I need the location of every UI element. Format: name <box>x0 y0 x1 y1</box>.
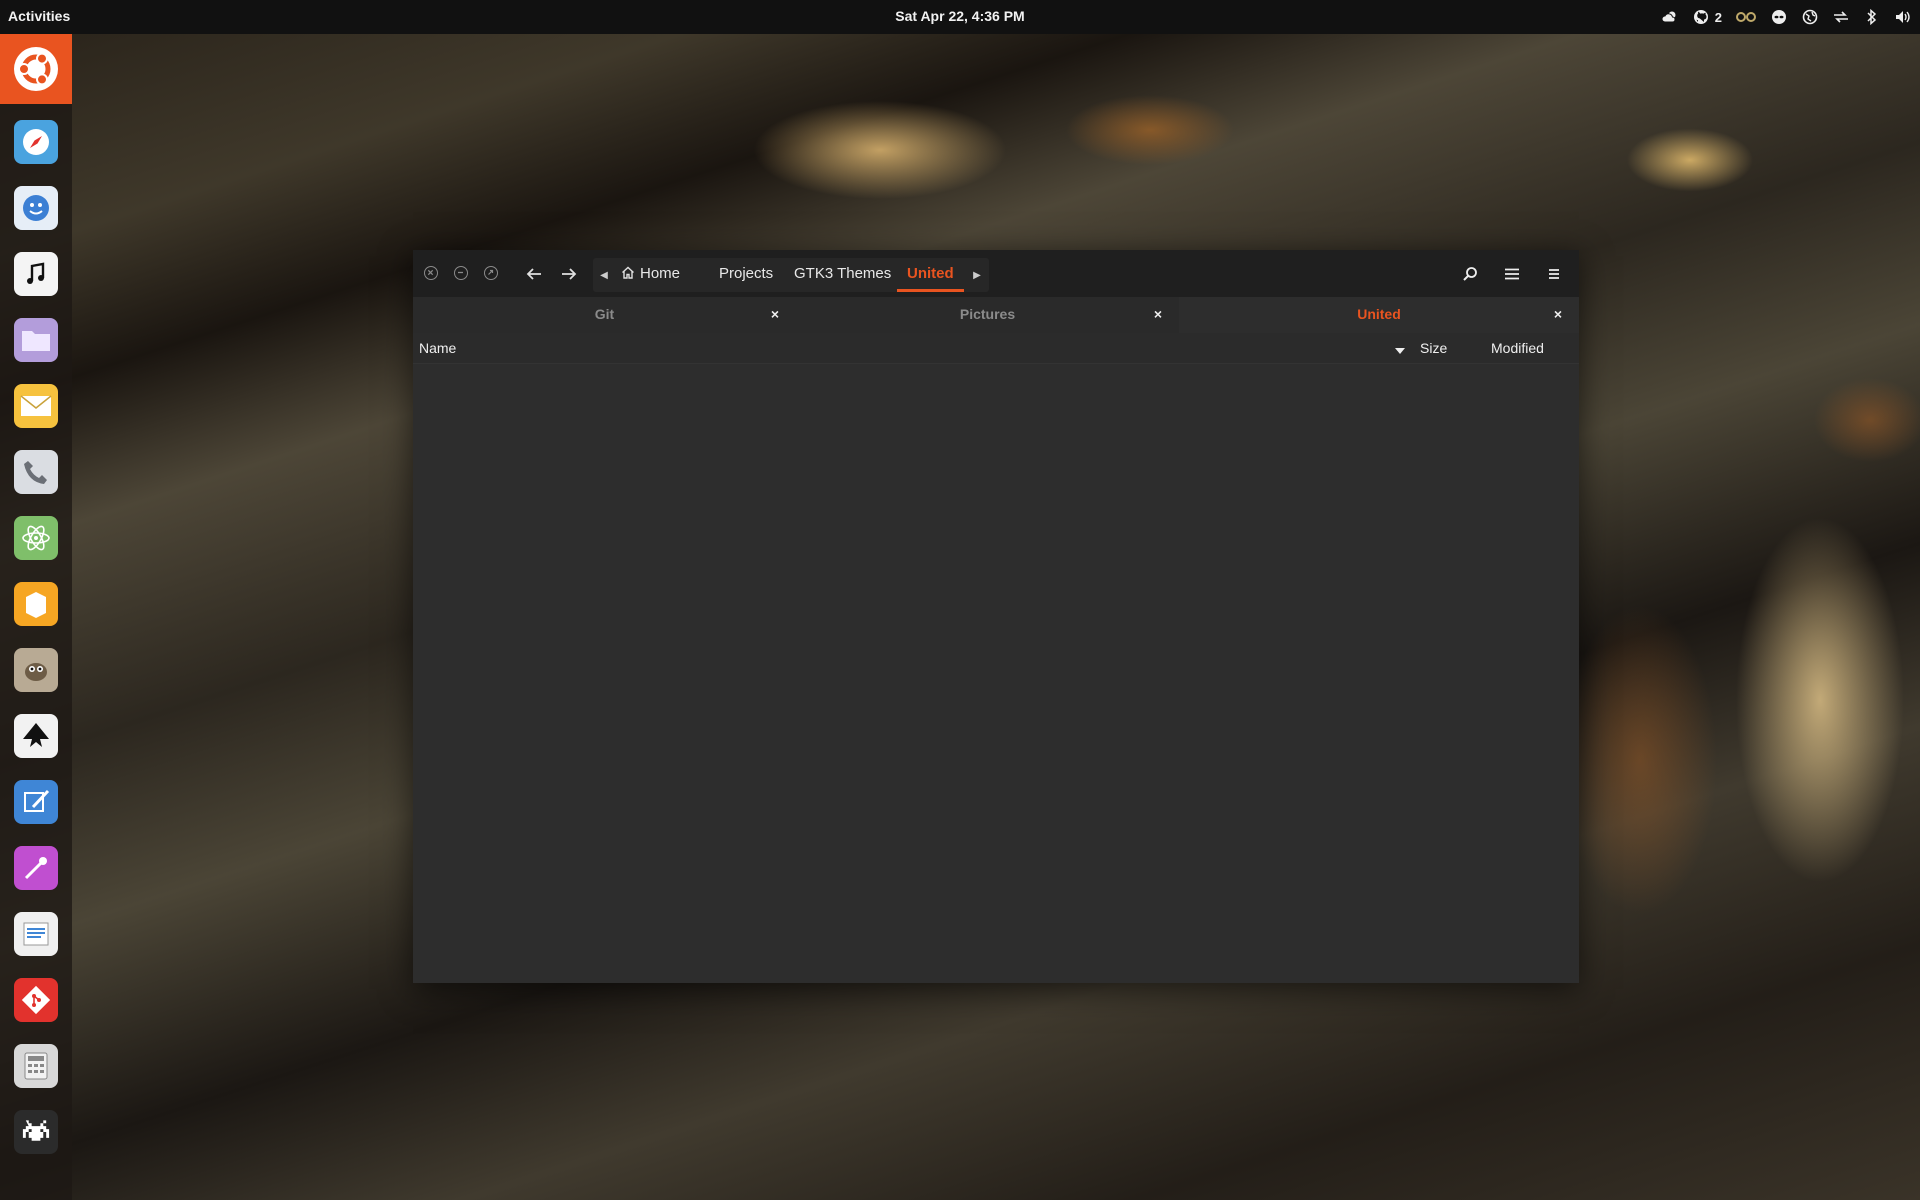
safari-compass-icon[interactable] <box>14 120 58 164</box>
arrow-right-icon <box>562 268 577 280</box>
column-header-size[interactable]: Size <box>1420 340 1447 356</box>
text-editor-icon[interactable] <box>14 912 58 956</box>
back-button[interactable] <box>520 260 548 288</box>
path-crumb-gtk3-themes[interactable]: GTK3 Themes <box>794 258 891 292</box>
sort-descending-icon[interactable] <box>1395 342 1405 358</box>
atom-editor-icon[interactable] <box>14 516 58 560</box>
path-crumb-united[interactable]: United <box>897 258 964 292</box>
tab-united[interactable]: United × <box>1179 297 1579 333</box>
mail-envelope-icon[interactable] <box>14 384 58 428</box>
phone-icon[interactable] <box>14 450 58 494</box>
header-bar: ◀ Home Projects GTK3 Themes United ▶ <box>413 250 1579 297</box>
tab-label: Git <box>594 306 615 322</box>
file-list-view[interactable] <box>413 364 1579 983</box>
home-icon <box>622 266 634 279</box>
git-icon[interactable] <box>14 978 58 1022</box>
file-manager-window: ◀ Home Projects GTK3 Themes United ▶ Git… <box>413 250 1579 983</box>
path-home-label: Home <box>640 265 681 282</box>
forward-button[interactable] <box>555 260 583 288</box>
ubuntu-logo-icon[interactable] <box>0 34 72 104</box>
search-button[interactable] <box>1455 260 1485 288</box>
path-crumb-projects[interactable]: Projects <box>719 258 773 292</box>
window-maximize-button[interactable] <box>484 266 498 280</box>
path-scroll-right-icon[interactable]: ▶ <box>968 258 986 292</box>
archive-box-icon[interactable] <box>14 582 58 626</box>
paint-brush-icon[interactable] <box>14 780 58 824</box>
tab-close-icon[interactable]: × <box>766 305 784 323</box>
system-tray: 2 <box>1661 0 1912 34</box>
list-view-icon <box>1505 268 1519 280</box>
files-folder-icon[interactable] <box>14 318 58 362</box>
column-header-modified[interactable]: Modified <box>1491 340 1544 356</box>
tab-bar: Git × Pictures × United × <box>413 297 1579 333</box>
column-header-name[interactable]: Name <box>419 340 456 356</box>
window-close-button[interactable] <box>424 266 438 280</box>
inkscape-icon[interactable] <box>14 714 58 758</box>
music-note-icon[interactable] <box>14 252 58 296</box>
space-invader-icon[interactable] <box>14 1110 58 1154</box>
tab-label: United <box>1357 306 1401 322</box>
github-icon[interactable] <box>1692 8 1710 26</box>
tab-pictures[interactable]: Pictures × <box>796 297 1179 333</box>
search-icon <box>1463 267 1477 281</box>
alien-face-icon[interactable] <box>1770 8 1788 26</box>
github-notification-count: 2 <box>1714 9 1722 25</box>
list-view-button[interactable] <box>1497 260 1527 288</box>
menu-button[interactable] <box>1539 260 1569 288</box>
gimp-icon[interactable] <box>14 648 58 692</box>
bluetooth-icon[interactable] <box>1863 8 1881 26</box>
tab-close-icon[interactable]: × <box>1549 305 1567 323</box>
path-crumb-home[interactable]: Home <box>621 258 680 292</box>
launcher-dock <box>0 34 72 1200</box>
window-minimize-button[interactable] <box>454 266 468 280</box>
globe-vpn-icon[interactable] <box>1801 8 1819 26</box>
color-picker-icon[interactable] <box>14 846 58 890</box>
path-scroll-left-icon[interactable]: ◀ <box>595 258 613 292</box>
column-header-row: Name Size Modified <box>413 333 1579 364</box>
hamburger-menu-icon <box>1549 269 1559 279</box>
volume-icon[interactable] <box>1894 8 1912 26</box>
path-bar: ◀ Home Projects GTK3 Themes United ▶ <box>593 258 989 292</box>
tab-git[interactable]: Git × <box>413 297 796 333</box>
top-bar: Activities Sat Apr 22, 4:36 PM 2 <box>0 0 1920 34</box>
weather-cloudy-icon[interactable] <box>1661 8 1679 26</box>
infinity-indicator-icon[interactable] <box>1735 8 1757 26</box>
finder-smile-icon[interactable] <box>14 186 58 230</box>
clock[interactable]: Sat Apr 22, 4:36 PM <box>0 8 1920 24</box>
arrow-left-icon <box>526 268 541 280</box>
activities-button[interactable]: Activities <box>8 8 70 24</box>
sync-arrows-icon[interactable] <box>1832 8 1850 26</box>
tab-label: Pictures <box>959 306 1016 322</box>
tab-close-icon[interactable]: × <box>1149 305 1167 323</box>
calculator-icon[interactable] <box>14 1044 58 1088</box>
